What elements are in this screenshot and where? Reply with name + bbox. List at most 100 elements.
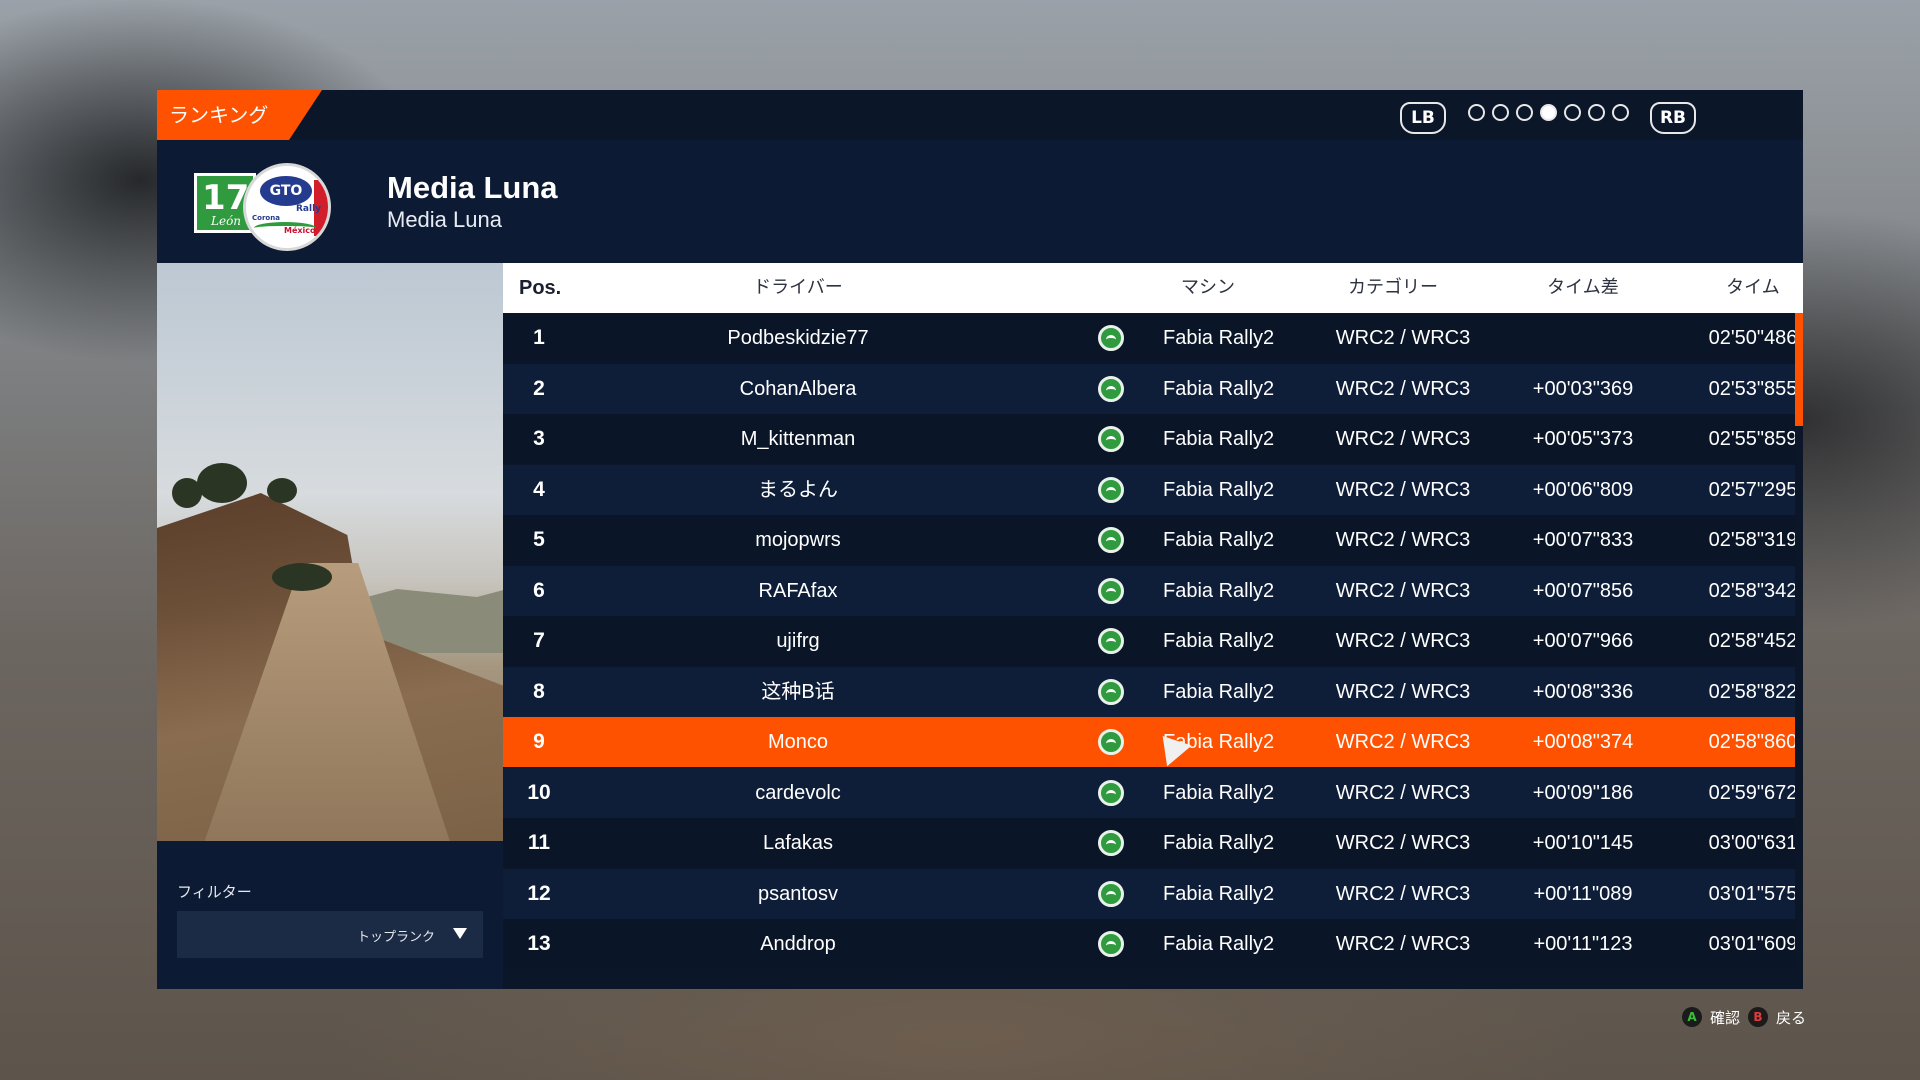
- row-pos: 2: [533, 376, 545, 400]
- row-category: WRC2 / WRC3: [1335, 680, 1471, 703]
- table-row[interactable]: 9 Monco Fabia Rally2 WRC2 / WRC3 +00'08"374 0…: [503, 717, 1797, 767]
- row-gap: +00'08"336: [1532, 680, 1634, 703]
- row-pos: 9: [533, 730, 545, 753]
- row-time: 03'01"575: [1708, 882, 1798, 905]
- row-pos: 5: [533, 528, 545, 551]
- skoda-logo-icon: [1098, 325, 1124, 351]
- row-driver: cardevolc: [755, 781, 841, 804]
- table-row[interactable]: 3 M_kittenman Fabia Rally2 WRC2 / WRC3 +00'0…: [503, 414, 1797, 464]
- skoda-logo-icon: [1098, 880, 1124, 907]
- filter-label: フィルター: [177, 883, 252, 901]
- row-driver: ujifrg: [776, 630, 820, 652]
- row-driver: mojopwrs: [755, 529, 841, 551]
- page-dot: [1468, 104, 1485, 121]
- table-row[interactable]: 6 RAFAfax Fabia Rally2 WRC2 / WRC3 +00'07"85…: [503, 565, 1797, 616]
- row-pos: 3: [533, 427, 545, 450]
- ranking-tab[interactable]: ランキング: [157, 90, 322, 140]
- leaderboard-panel: ランキング LB RB 17 León GTO Rally Corona Méx…: [157, 90, 1803, 989]
- table-row[interactable]: 11 Lafakas Fabia Rally2 WRC2 / WRC3 +00'10"1…: [503, 818, 1797, 868]
- row-time: 02'58"342: [1708, 579, 1798, 602]
- table-row[interactable]: 5 mojopwrs Fabia Rally2 WRC2 / WRC3 +00'07"8…: [503, 515, 1797, 565]
- skoda-logo-icon: [1098, 375, 1124, 402]
- stage-number: 17: [202, 178, 250, 218]
- skoda-logo-icon: [1098, 628, 1124, 654]
- page-indicator: [1468, 104, 1629, 124]
- table-row[interactable]: 7 ujifrg Fabia Rally2 WRC2 / WRC3 +00'07"966…: [503, 616, 1797, 666]
- table-row[interactable]: 12 psantosv Fabia Rally2 WRC2 / WRC3 +00'11"…: [503, 868, 1797, 919]
- table-row[interactable]: 1 Podbeskidzie77 Fabia Rally2 WRC2 / WRC3 02…: [503, 313, 1797, 363]
- row-category: WRC2 / WRC3: [1335, 327, 1471, 349]
- row-pos: 11: [527, 831, 551, 854]
- table-row[interactable]: 2 CohanAlbera Fabia Rally2 WRC2 / WRC3 +00'0…: [503, 363, 1797, 414]
- row-driver: 这种B话: [761, 680, 835, 703]
- rb-button[interactable]: RB: [1650, 102, 1696, 134]
- row-gap: +00'11"123: [1533, 933, 1633, 955]
- row-gap: +00'03"369: [1532, 377, 1634, 400]
- row-pos: 10: [527, 780, 551, 804]
- table-header: Pos. ドライバー マシン カテゴリー タイム差 タイム: [503, 263, 1803, 313]
- logo-sponsor-corona: Corona: [252, 214, 280, 222]
- row-time: 03'00"631: [1708, 832, 1798, 854]
- table-row[interactable]: 4 まるよん Fabia Rally2 WRC2 / WRC3 +00'06"809 02…: [503, 464, 1797, 515]
- table-row[interactable]: 10 cardevolc Fabia Rally2 WRC2 / WRC3 +00'09…: [503, 767, 1797, 818]
- dropdown-arrow-icon: [453, 928, 467, 939]
- header-time: タイム: [1726, 277, 1780, 298]
- rally-logo-icon: GTO Rally Corona México: [243, 163, 331, 251]
- skoda-logo-icon: [1098, 577, 1124, 604]
- row-pos: 13: [527, 932, 551, 955]
- skoda-logo-icon: [1098, 931, 1124, 957]
- row-pos: 12: [527, 881, 551, 905]
- row-driver: Lafakas: [762, 832, 834, 854]
- header-category: カテゴリー: [1348, 277, 1438, 298]
- header-machine: マシン: [1181, 277, 1235, 298]
- row-driver: CohanAlbera: [739, 377, 857, 400]
- b-button-icon[interactable]: B: [1747, 1007, 1768, 1027]
- row-pos: 8: [533, 679, 545, 703]
- leaderboard-table: Pos. ドライバー マシン カテゴリー タイム差 タイム 1 Podbeskid…: [503, 263, 1803, 989]
- filter-dropdown[interactable]: トップランク: [177, 911, 483, 958]
- page-dot: [1612, 104, 1629, 121]
- row-driver: Anddrop: [760, 933, 836, 955]
- row-pos: 6: [533, 578, 545, 602]
- page-dot: [1516, 104, 1533, 121]
- row-pos: 7: [533, 629, 545, 652]
- scroll-thumb[interactable]: [1795, 313, 1803, 426]
- row-gap: +00'06"809: [1532, 478, 1634, 501]
- row-category: WRC2 / WRC3: [1335, 478, 1471, 501]
- back-label: 戻る: [1775, 1008, 1806, 1027]
- row-category: WRC2 / WRC3: [1335, 933, 1471, 955]
- skoda-logo-icon: [1098, 678, 1124, 705]
- row-driver: psantosv: [757, 882, 839, 905]
- table-row[interactable]: 13 Anddrop Fabia Rally2 WRC2 / WRC3 +00'11"1…: [503, 919, 1797, 969]
- a-button-icon[interactable]: A: [1681, 1007, 1702, 1027]
- row-time: 02'53"855: [1708, 377, 1798, 400]
- header-driver: ドライバー: [753, 277, 843, 298]
- row-pos: 1: [533, 326, 545, 349]
- row-gap: [1503, 313, 1663, 363]
- logo-rally: Rally: [296, 204, 322, 214]
- photo-tree: [172, 478, 202, 508]
- row-gap: +00'08"374: [1532, 731, 1634, 753]
- row-driver: まるよん: [758, 478, 838, 501]
- row-gap: +00'07"856: [1532, 579, 1634, 602]
- row-category: WRC2 / WRC3: [1335, 428, 1471, 450]
- row-category: WRC2 / WRC3: [1335, 630, 1471, 652]
- row-time: 02'58"452: [1708, 630, 1798, 652]
- table-body: 1 Podbeskidzie77 Fabia Rally2 WRC2 / WRC3 02…: [503, 313, 1797, 989]
- row-time: 02'58"860: [1708, 731, 1798, 753]
- row-time: 02'58"822: [1708, 680, 1798, 703]
- page-dot: [1564, 104, 1581, 121]
- photo-tree: [197, 463, 247, 503]
- row-gap: +00'07"966: [1532, 630, 1634, 652]
- scrollbar[interactable]: [1795, 313, 1803, 989]
- row-category: WRC2 / WRC3: [1335, 832, 1471, 854]
- header-pos: Pos.: [519, 277, 562, 299]
- logo-sponsor-mexico: México: [284, 226, 316, 235]
- stage-header: 17 León GTO Rally Corona México Media Lu…: [157, 140, 1803, 263]
- table-row[interactable]: 8 这种B话 Fabia Rally2 WRC2 / WRC3 +00'08"336 02…: [503, 666, 1797, 717]
- filter-section: フィルター トップランク: [157, 841, 503, 989]
- row-gap: +00'11"089: [1533, 882, 1633, 905]
- row-gap: +00'10"145: [1532, 832, 1634, 854]
- lb-button[interactable]: LB: [1400, 102, 1446, 134]
- photo-tree: [272, 563, 332, 591]
